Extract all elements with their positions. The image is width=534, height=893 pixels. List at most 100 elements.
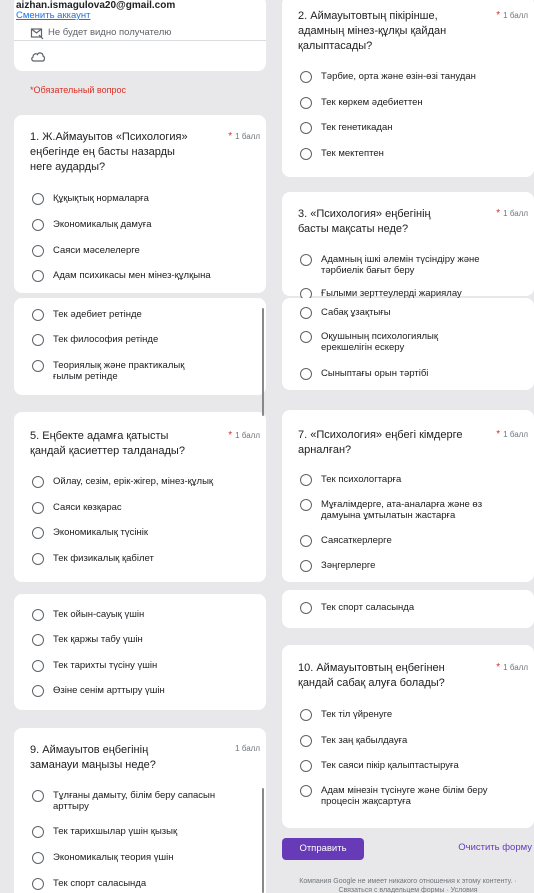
radio-button[interactable] [32,193,44,205]
radio-button[interactable] [300,499,312,511]
radio-button[interactable] [32,553,44,565]
option[interactable]: Тек саяси пікір қалыптастыруға [300,760,528,772]
option[interactable]: Экономикалық түсінік [32,527,260,539]
points-badge: * 1 балл [228,430,260,441]
hidden-email-icon [30,26,44,40]
required-note: *Обязательный вопрос [30,85,126,95]
radio-button[interactable] [300,474,312,486]
radio-button[interactable] [300,760,312,772]
radio-button[interactable] [32,360,44,372]
option[interactable]: Өзіне сенім арттыру үшін [32,685,260,697]
radio-button[interactable] [32,476,44,488]
radio-button[interactable] [32,609,44,621]
radio-button[interactable] [300,785,312,797]
radio-button[interactable] [32,245,44,257]
question-card-5: 5. Еңбекте адамға қатысты қандай қасиетт… [14,412,266,582]
switch-account-link[interactable]: Сменить аккаунт [16,10,91,21]
left-column: aizhan.ismagulova20@gmail.com Сменить ак… [14,0,266,893]
points-badge: * 1 балл [496,208,528,219]
option[interactable]: Адам мінезін түсінуге және білім беру пр… [300,785,510,807]
option[interactable]: Тек тарихты түсіну үшін [32,660,260,672]
option[interactable]: Тек философия ретінде [32,334,260,346]
radio-button[interactable] [300,602,312,614]
radio-button[interactable] [32,790,44,802]
option[interactable]: Теориялық және практикалық ғылым ретінде [32,360,212,382]
question-title: 10. Аймауытовтың еңбегінен қандай сабақ … [298,662,445,689]
option[interactable]: Адам психикасы мен мінез-құлқына [32,270,260,282]
clear-form-button[interactable]: Очистить форму [458,842,532,853]
radio-button[interactable] [300,148,312,160]
right-column: 2. Аймауытовтың пікірінше, адамның мінез… [282,0,534,893]
option[interactable]: Экономикалық теория үшін [32,852,260,864]
question-card-3: 3. «Психология» еңбегінің басты мақсаты … [282,192,534,300]
radio-button[interactable] [300,97,312,109]
header-divider [14,40,266,41]
footer-disclaimer: Компания Google не имеет никакого отноше… [299,878,517,893]
radio-button[interactable] [300,331,312,343]
option[interactable]: Мұғалімдерге, ата-аналарға және өз дамуы… [300,499,512,521]
radio-button[interactable] [32,685,44,697]
radio-button[interactable] [32,502,44,514]
option[interactable]: Тек әдебиет ретінде [32,309,260,321]
option[interactable]: Тек генетикадан [300,122,528,134]
option[interactable]: Сабақ ұзақтығы [300,307,528,319]
hidden-email-note: Не будет видно получателю [48,27,172,38]
account-card: aizhan.ismagulova20@gmail.com Сменить ак… [14,0,266,71]
option[interactable]: Тек физикалық қабілет [32,553,260,565]
option[interactable]: Тек психологтарға [300,474,528,486]
question-card-10: 10. Аймауытовтың еңбегінен қандай сабақ … [282,645,534,828]
question-card-continued: Тек ойын-сауық үшін Тек қаржы табу үшін … [14,594,266,710]
option[interactable]: Тек спорт саласында [300,602,528,614]
radio-button[interactable] [32,826,44,838]
radio-button[interactable] [300,735,312,747]
option[interactable]: Тек мектептен [300,148,528,160]
radio-button[interactable] [300,254,312,266]
option[interactable]: Тұлғаны дамыту, білім беру сапасын артты… [32,790,232,812]
option[interactable]: Тек көркем әдебиеттен [300,97,528,109]
radio-button[interactable] [300,535,312,547]
radio-button[interactable] [300,71,312,83]
question-card-2: 2. Аймауытовтың пікірінше, адамның мінез… [282,0,534,177]
radio-button[interactable] [32,527,44,539]
scrollbar[interactable] [262,308,264,416]
scrollbar[interactable] [262,788,264,893]
option[interactable]: Тек заң қабылдауға [300,735,528,747]
question-card-1: 1. Ж.Аймауытов «Психология» еңбегінде ең… [14,115,266,293]
radio-button[interactable] [300,122,312,134]
option[interactable]: Тек тіл үйренуге [300,709,528,721]
radio-button[interactable] [32,660,44,672]
radio-button[interactable] [32,334,44,346]
option[interactable]: Тек ойын-сауық үшін [32,609,260,621]
radio-button[interactable] [32,852,44,864]
option[interactable]: Тәрбие, орта және өзін-өзі танудан [300,71,528,83]
option[interactable]: Сыныптағы орын тәртібі [300,368,528,380]
question-card-continued: Тек спорт саласында [282,590,534,628]
radio-button[interactable] [300,307,312,319]
radio-button[interactable] [300,560,312,572]
submit-button[interactable]: Отправить [282,838,364,860]
radio-button[interactable] [32,878,44,890]
radio-button[interactable] [32,219,44,231]
radio-button[interactable] [300,709,312,721]
radio-button[interactable] [32,270,44,282]
points-badge: * 1 балл [496,10,528,21]
radio-button[interactable] [32,634,44,646]
cloud-saved-icon [30,49,46,63]
option[interactable]: Тек қаржы табу үшін [32,634,260,646]
option[interactable]: Құқықтық нормаларға [32,193,260,205]
points-badge: * 1 балл [496,662,528,673]
option[interactable]: Саяси көзқарас [32,502,260,514]
question-card-7: 7. «Психология» еңбегі кімдерге арналған… [282,410,534,582]
radio-button[interactable] [300,368,312,380]
option[interactable]: Тек спорт саласында [32,878,260,890]
option[interactable]: Ойлау, сезім, ерік-жігер, мінез-құлық [32,476,260,488]
option[interactable]: Саясаткерлерге [300,535,528,547]
radio-button[interactable] [32,309,44,321]
option[interactable]: Оқушының психологиялық ерекшелігін ескер… [300,331,480,353]
option[interactable]: Саяси мәселелерге [32,245,260,257]
option[interactable]: Адамның ішкі әлемін түсіндіру және тәрби… [300,254,500,276]
option[interactable]: Экономикалық дамуға [32,219,260,231]
option[interactable]: Тек тарихшылар үшін қызық [32,826,260,838]
points-badge: 1 балл [235,744,260,753]
option[interactable]: Зәңгерлерге [300,560,528,572]
